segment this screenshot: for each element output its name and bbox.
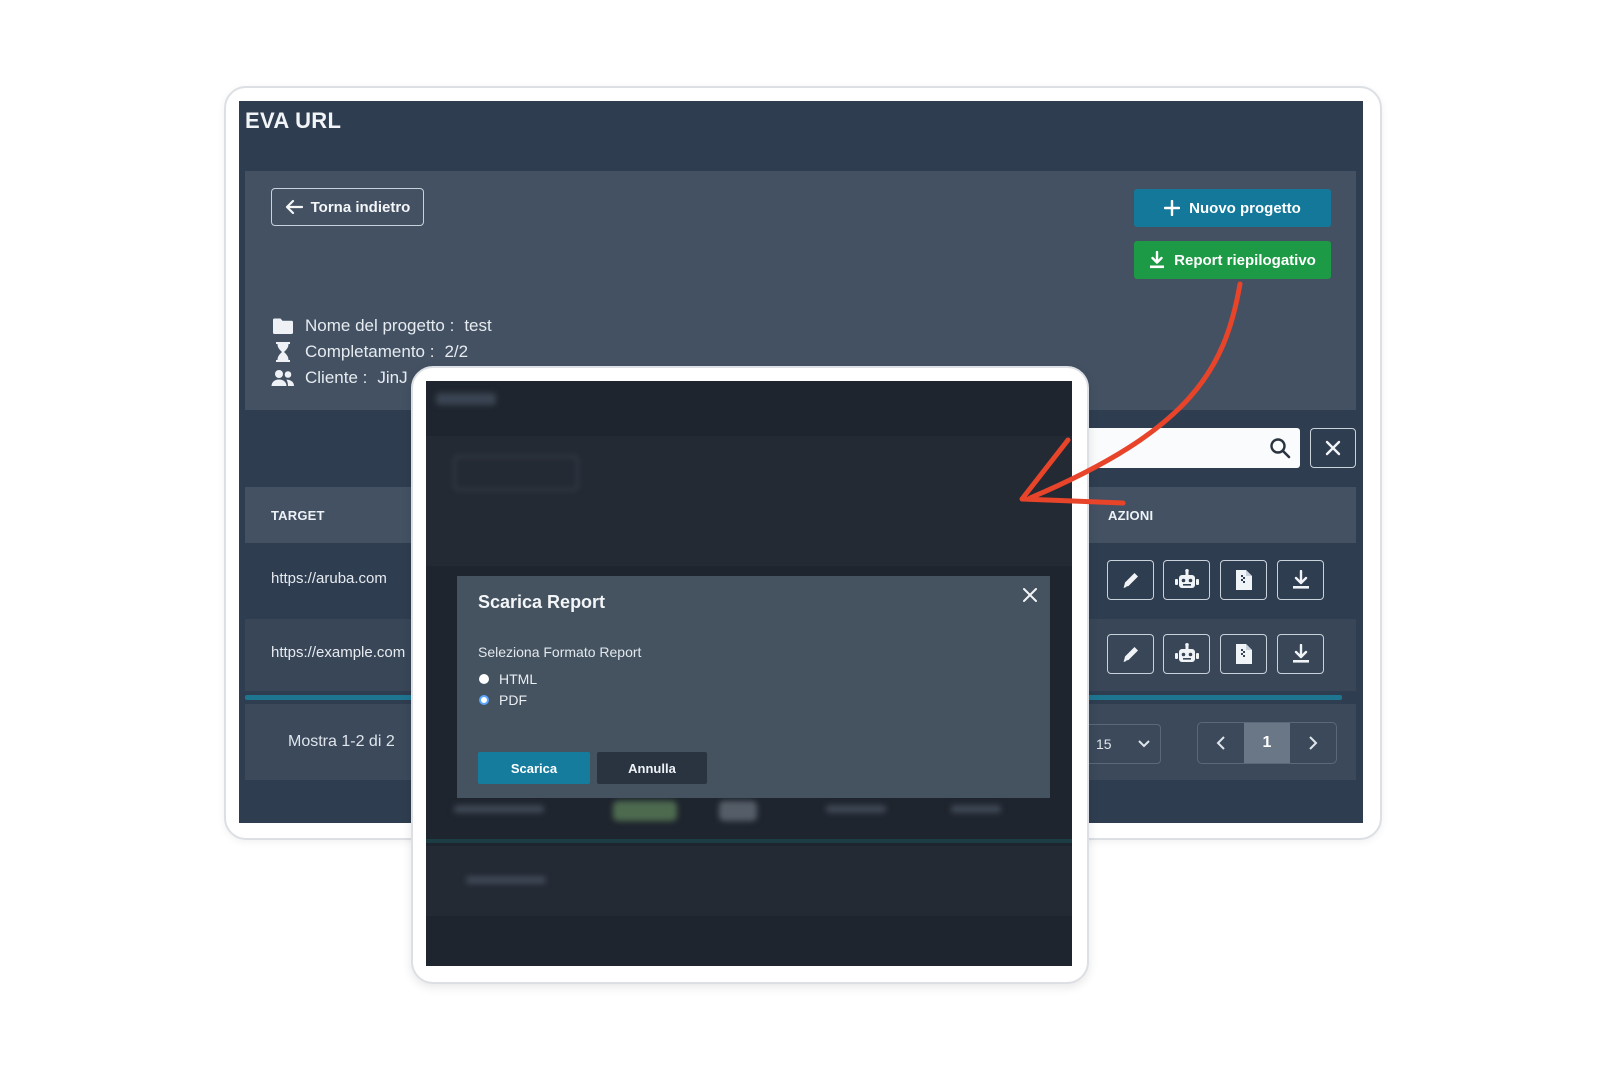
- per-page-select[interactable]: 15: [1085, 724, 1161, 764]
- robot-icon: [1174, 643, 1199, 662]
- blurred-date: [826, 805, 886, 813]
- row-target-url[interactable]: https://aruba.com: [271, 570, 387, 587]
- download-icon: [1150, 251, 1165, 269]
- users-icon: [271, 368, 295, 388]
- blurred-url: [454, 805, 544, 813]
- radio-pdf[interactable]: [479, 695, 489, 705]
- row-target-url[interactable]: https://example.com: [271, 644, 405, 661]
- format-option-html-label: HTML: [499, 671, 538, 687]
- client-value: JinJ: [377, 368, 408, 387]
- blurred-status-badge: [613, 801, 677, 821]
- ai-analysis-button[interactable]: [1163, 560, 1210, 600]
- blurred-text: [951, 805, 1001, 813]
- summary-report-label: Report riepilogativo: [1174, 251, 1316, 269]
- prev-page-button[interactable]: [1198, 723, 1244, 763]
- header-target: TARGET: [271, 508, 325, 523]
- robot-icon: [1174, 569, 1199, 588]
- radio-html[interactable]: [479, 674, 489, 684]
- pagination-summary: Mostra 1-2 di 2: [288, 733, 395, 750]
- edit-button[interactable]: [1107, 560, 1154, 600]
- format-option-pdf[interactable]: PDF: [479, 692, 527, 708]
- pencil-icon: [1123, 647, 1138, 662]
- download-icon: [1292, 570, 1309, 589]
- search-icon[interactable]: [1269, 437, 1291, 459]
- back-button[interactable]: Torna indietro: [271, 188, 424, 226]
- app-title: EVA URL: [245, 108, 342, 133]
- document-icon: [1235, 644, 1252, 664]
- client-label: Cliente :: [305, 368, 368, 387]
- arrow-left-icon: [285, 199, 303, 215]
- download-button[interactable]: Scarica: [478, 752, 590, 784]
- cancel-button[interactable]: Annulla: [597, 752, 707, 784]
- summary-report-button[interactable]: Report riepilogativo: [1134, 241, 1331, 279]
- chevron-left-icon: [1216, 736, 1225, 750]
- document-icon: [1235, 570, 1252, 590]
- completion-label: Completamento :: [305, 342, 435, 361]
- folder-icon: [271, 316, 295, 336]
- blurred-progress-line: [426, 839, 1072, 843]
- client-row: Cliente : JinJ: [271, 368, 408, 388]
- blurred-title: [436, 393, 496, 405]
- search-input[interactable]: [1060, 428, 1300, 468]
- pencil-icon: [1123, 573, 1138, 588]
- project-name-row: Nome del progetto : test: [271, 316, 492, 336]
- completion-row: Completamento : 2/2: [271, 342, 468, 362]
- per-page-value: 15: [1096, 736, 1112, 752]
- close-icon: [1023, 588, 1037, 602]
- completion-value: 2/2: [444, 342, 469, 361]
- blurred-back-button: [454, 456, 578, 490]
- download-icon: [1292, 644, 1309, 663]
- close-icon: [1325, 440, 1341, 456]
- download-report-button[interactable]: [1277, 634, 1324, 674]
- modal-close-button[interactable]: [1019, 584, 1041, 606]
- header-actions: AZIONI: [1108, 508, 1154, 523]
- modal-title: Scarica Report: [478, 592, 606, 612]
- pagination: 1: [1197, 722, 1337, 764]
- project-name-value: test: [464, 316, 492, 335]
- edit-button[interactable]: [1107, 634, 1154, 674]
- plus-icon: [1164, 200, 1181, 216]
- chevron-right-icon: [1309, 736, 1318, 750]
- ai-analysis-button[interactable]: [1163, 634, 1210, 674]
- project-name-label: Nome del progetto :: [305, 316, 455, 335]
- new-project-label: Nuovo progetto: [1189, 199, 1301, 217]
- format-select-label: Seleziona Formato Report: [478, 644, 642, 660]
- blurred-pagination-text: [466, 876, 546, 884]
- format-option-pdf-label: PDF: [499, 692, 527, 708]
- new-project-button[interactable]: Nuovo progetto: [1134, 189, 1331, 227]
- blurred-tag: [719, 801, 757, 821]
- download-report-button[interactable]: [1277, 560, 1324, 600]
- view-report-button[interactable]: [1220, 634, 1267, 674]
- back-button-label: Torna indietro: [310, 198, 411, 216]
- format-option-html[interactable]: HTML: [479, 671, 537, 687]
- page-button-current[interactable]: 1: [1244, 723, 1290, 763]
- view-report-button[interactable]: [1220, 560, 1267, 600]
- hourglass-icon: [271, 342, 295, 362]
- next-page-button[interactable]: [1290, 723, 1336, 763]
- search-clear-button[interactable]: [1310, 428, 1356, 468]
- chevron-down-icon: [1138, 740, 1150, 748]
